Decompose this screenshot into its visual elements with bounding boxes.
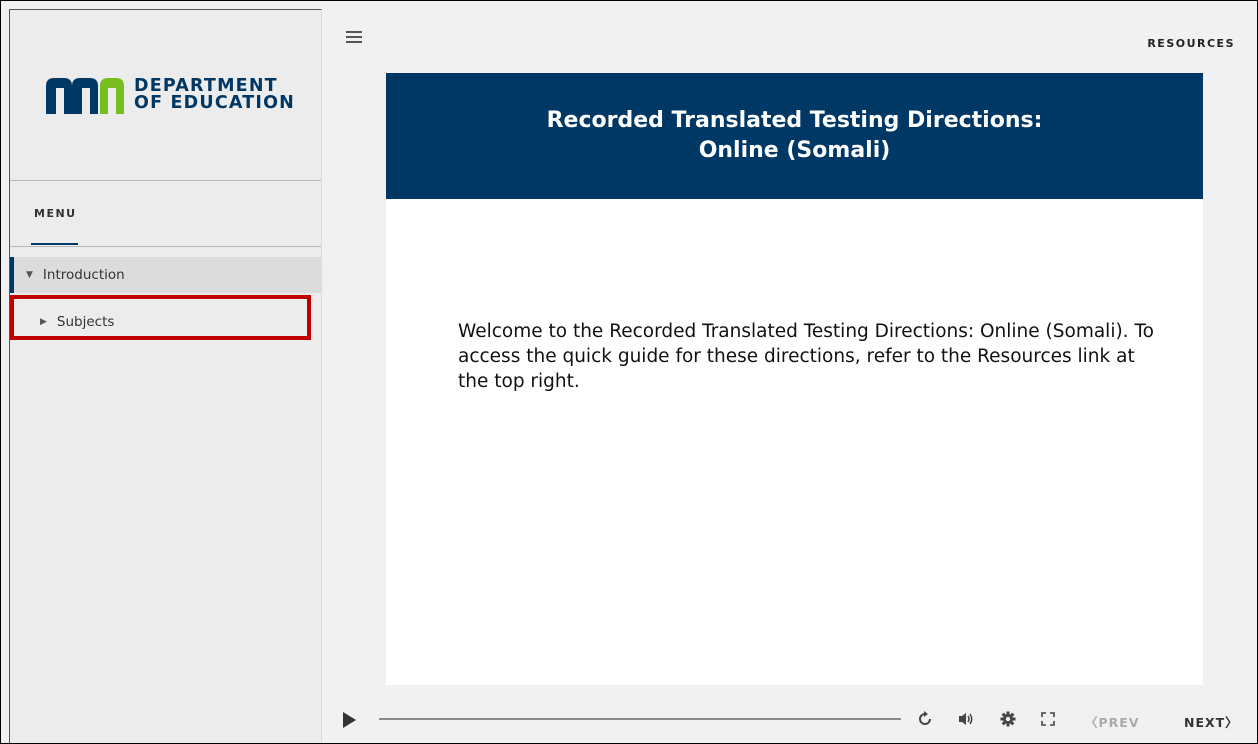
volume-icon[interactable] [957, 711, 975, 727]
replay-icon[interactable] [917, 711, 933, 727]
divider [10, 246, 321, 247]
player-controls: 〈PREV NEXT〉 [323, 701, 1257, 741]
prev-label: PREV [1098, 715, 1140, 730]
slide: Recorded Translated Testing Directions: … [386, 73, 1203, 685]
menu-tab-indicator [31, 243, 78, 245]
menu-tab[interactable]: MENU [34, 207, 77, 220]
sidebar-item-label: Introduction [42, 267, 125, 283]
mde-logo: DEPARTMENT OF EDUCATION [44, 74, 295, 116]
chevron-right-icon: 〉 [1225, 715, 1239, 730]
prev-button[interactable]: 〈PREV [1085, 712, 1140, 731]
hamburger-icon[interactable] [346, 31, 362, 43]
divider [10, 180, 321, 181]
mn-logo-icon [46, 78, 124, 114]
seek-bar[interactable] [379, 718, 901, 720]
play-icon[interactable] [343, 712, 356, 728]
slide-body-text: Welcome to the Recorded Translated Testi… [458, 321, 1154, 392]
slide-title: Recorded Translated Testing Directions: … [546, 108, 1043, 163]
resources-link[interactable]: RESOURCES [1147, 37, 1235, 50]
fullscreen-icon[interactable] [1041, 712, 1055, 726]
highlight-box [10, 295, 311, 340]
sidebar-item-introduction[interactable]: ▼ Introduction [10, 257, 321, 293]
chevron-left-icon: 〈 [1085, 715, 1099, 730]
caret-down-icon: ▼ [26, 270, 33, 280]
slide-header: Recorded Translated Testing Directions: … [386, 73, 1203, 199]
player-window: DEPARTMENT OF EDUCATION MENU ▼ Introduct… [0, 0, 1258, 744]
sidebar: DEPARTMENT OF EDUCATION MENU ▼ Introduct… [9, 9, 322, 743]
next-button[interactable]: NEXT〉 [1184, 712, 1239, 731]
next-label: NEXT [1184, 715, 1226, 730]
settings-icon[interactable] [1000, 711, 1016, 727]
logo-line-2: OF EDUCATION [134, 93, 296, 113]
